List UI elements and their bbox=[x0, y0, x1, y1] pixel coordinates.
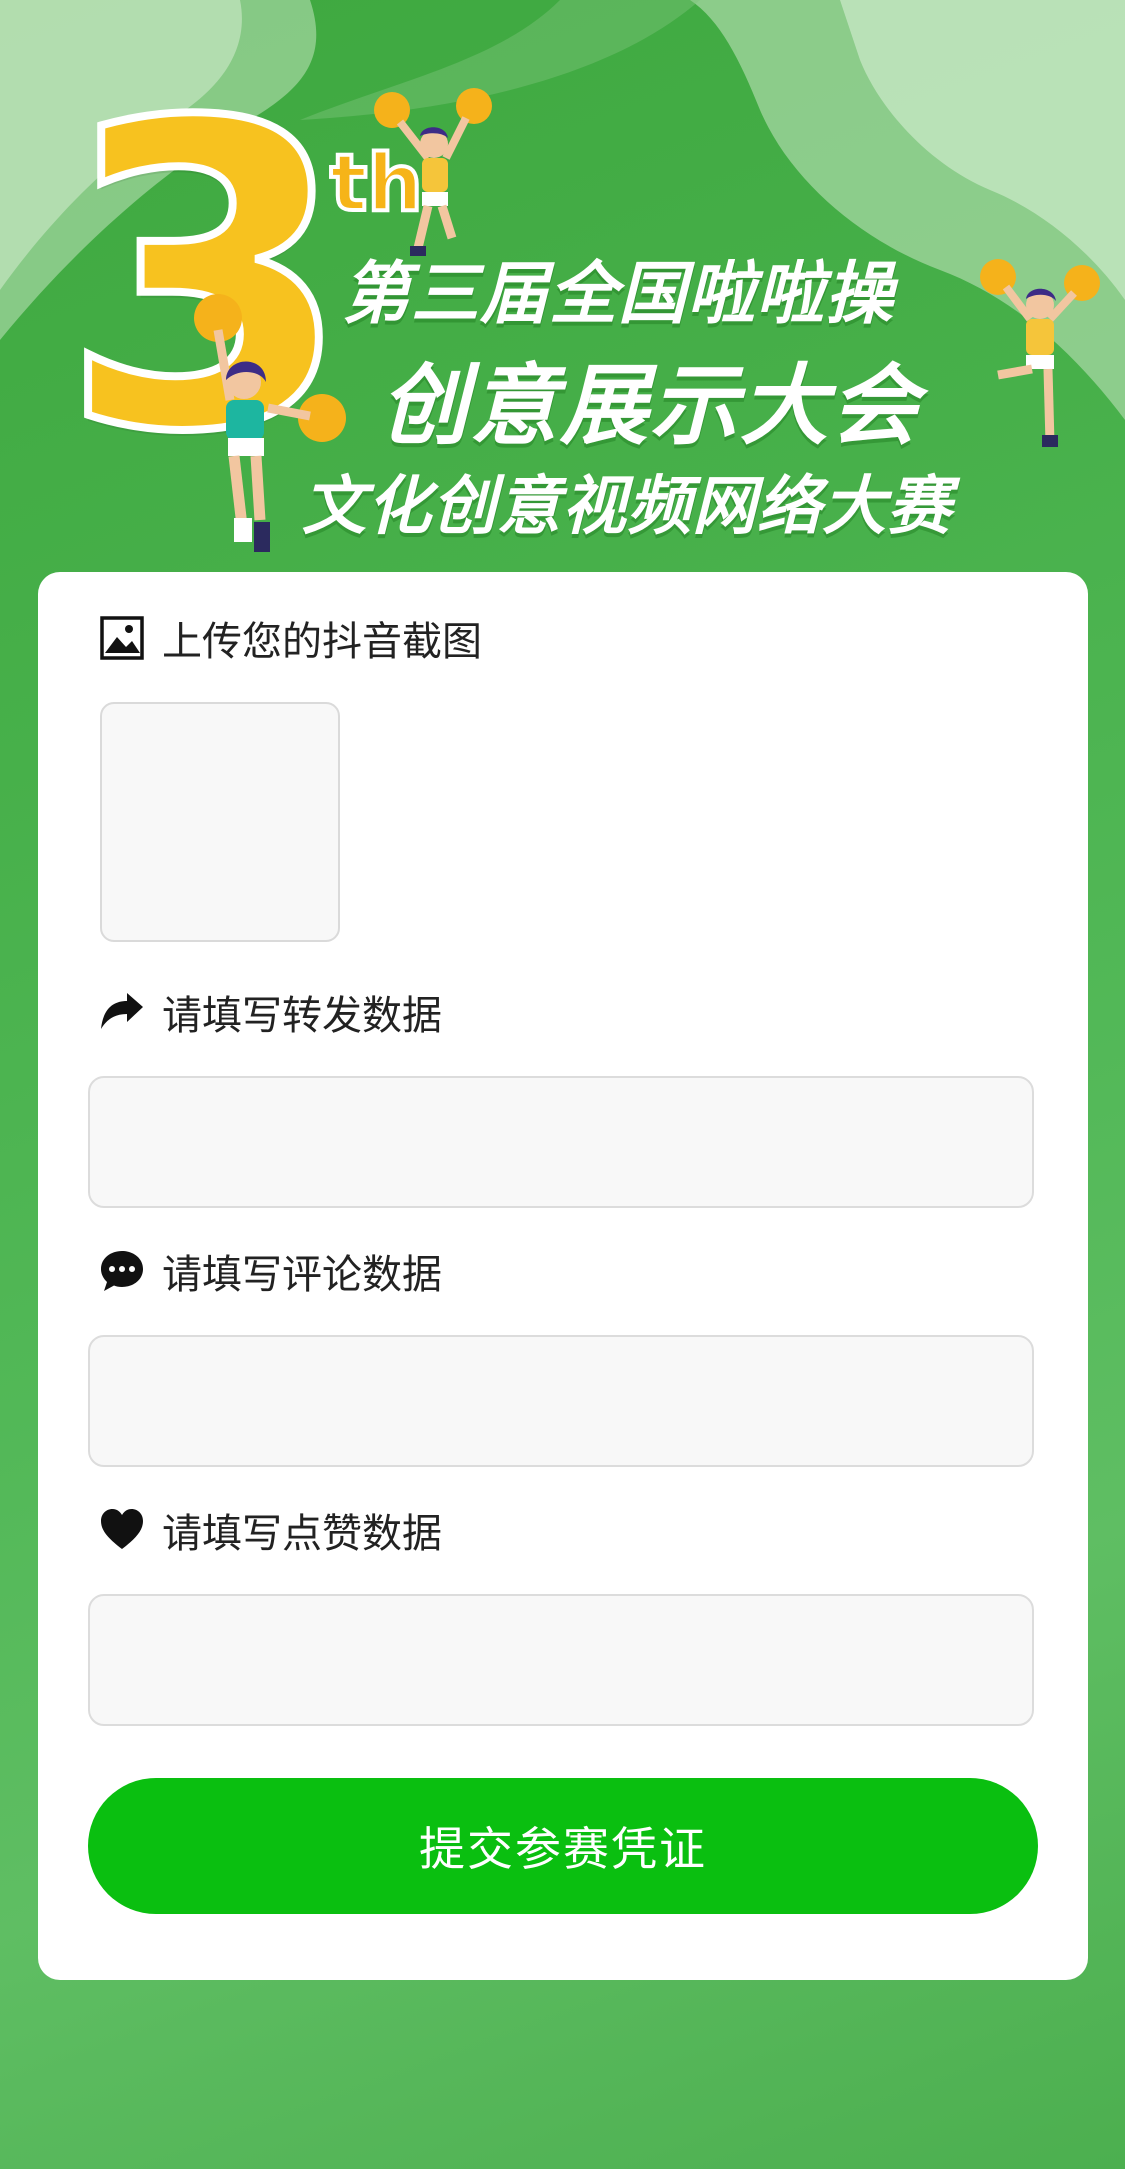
share-label: 请填写转发数据 bbox=[162, 993, 442, 1039]
comment-label-row: 请填写评论数据 bbox=[98, 1241, 442, 1301]
share-data-input[interactable] bbox=[88, 1076, 1034, 1208]
like-data-input[interactable] bbox=[88, 1594, 1034, 1726]
share-arrow-icon bbox=[98, 988, 146, 1036]
comment-label: 请填写评论数据 bbox=[162, 1252, 442, 1298]
cheerleader-illustration-left bbox=[194, 294, 346, 552]
upload-label-row: 上传您的抖音截图 bbox=[98, 608, 482, 668]
submit-button[interactable]: 提交参赛凭证 bbox=[88, 1778, 1038, 1914]
page: 3 th 第三届全国啦啦操 创意展示大会 文化创意视频网络大赛 上传您的抖音截图… bbox=[0, 0, 1125, 2169]
screenshot-upload-box[interactable] bbox=[100, 702, 340, 942]
like-label: 请填写点赞数据 bbox=[162, 1511, 442, 1557]
upload-label: 上传您的抖音截图 bbox=[162, 619, 482, 665]
share-label-row: 请填写转发数据 bbox=[98, 982, 442, 1042]
submission-form-card: 上传您的抖音截图 请填写转发数据 请填写评论数据 请填写点赞数据 提交参赛凭证 bbox=[38, 572, 1088, 1980]
banner-title-line2: 创意展示大会 bbox=[380, 354, 921, 457]
event-banner: 3 th 第三届全国啦啦操 创意展示大会 文化创意视频网络大赛 bbox=[0, 0, 1125, 570]
image-icon bbox=[98, 614, 146, 662]
like-label-row: 请填写点赞数据 bbox=[98, 1500, 442, 1560]
cheerleader-illustration-right bbox=[980, 259, 1100, 447]
heart-icon bbox=[98, 1506, 146, 1554]
cheerleader-illustration-top bbox=[374, 88, 492, 256]
chat-bubble-icon bbox=[98, 1247, 146, 1295]
comment-data-input[interactable] bbox=[88, 1335, 1034, 1467]
banner-title-line3: 文化创意视频网络大赛 bbox=[302, 470, 952, 544]
